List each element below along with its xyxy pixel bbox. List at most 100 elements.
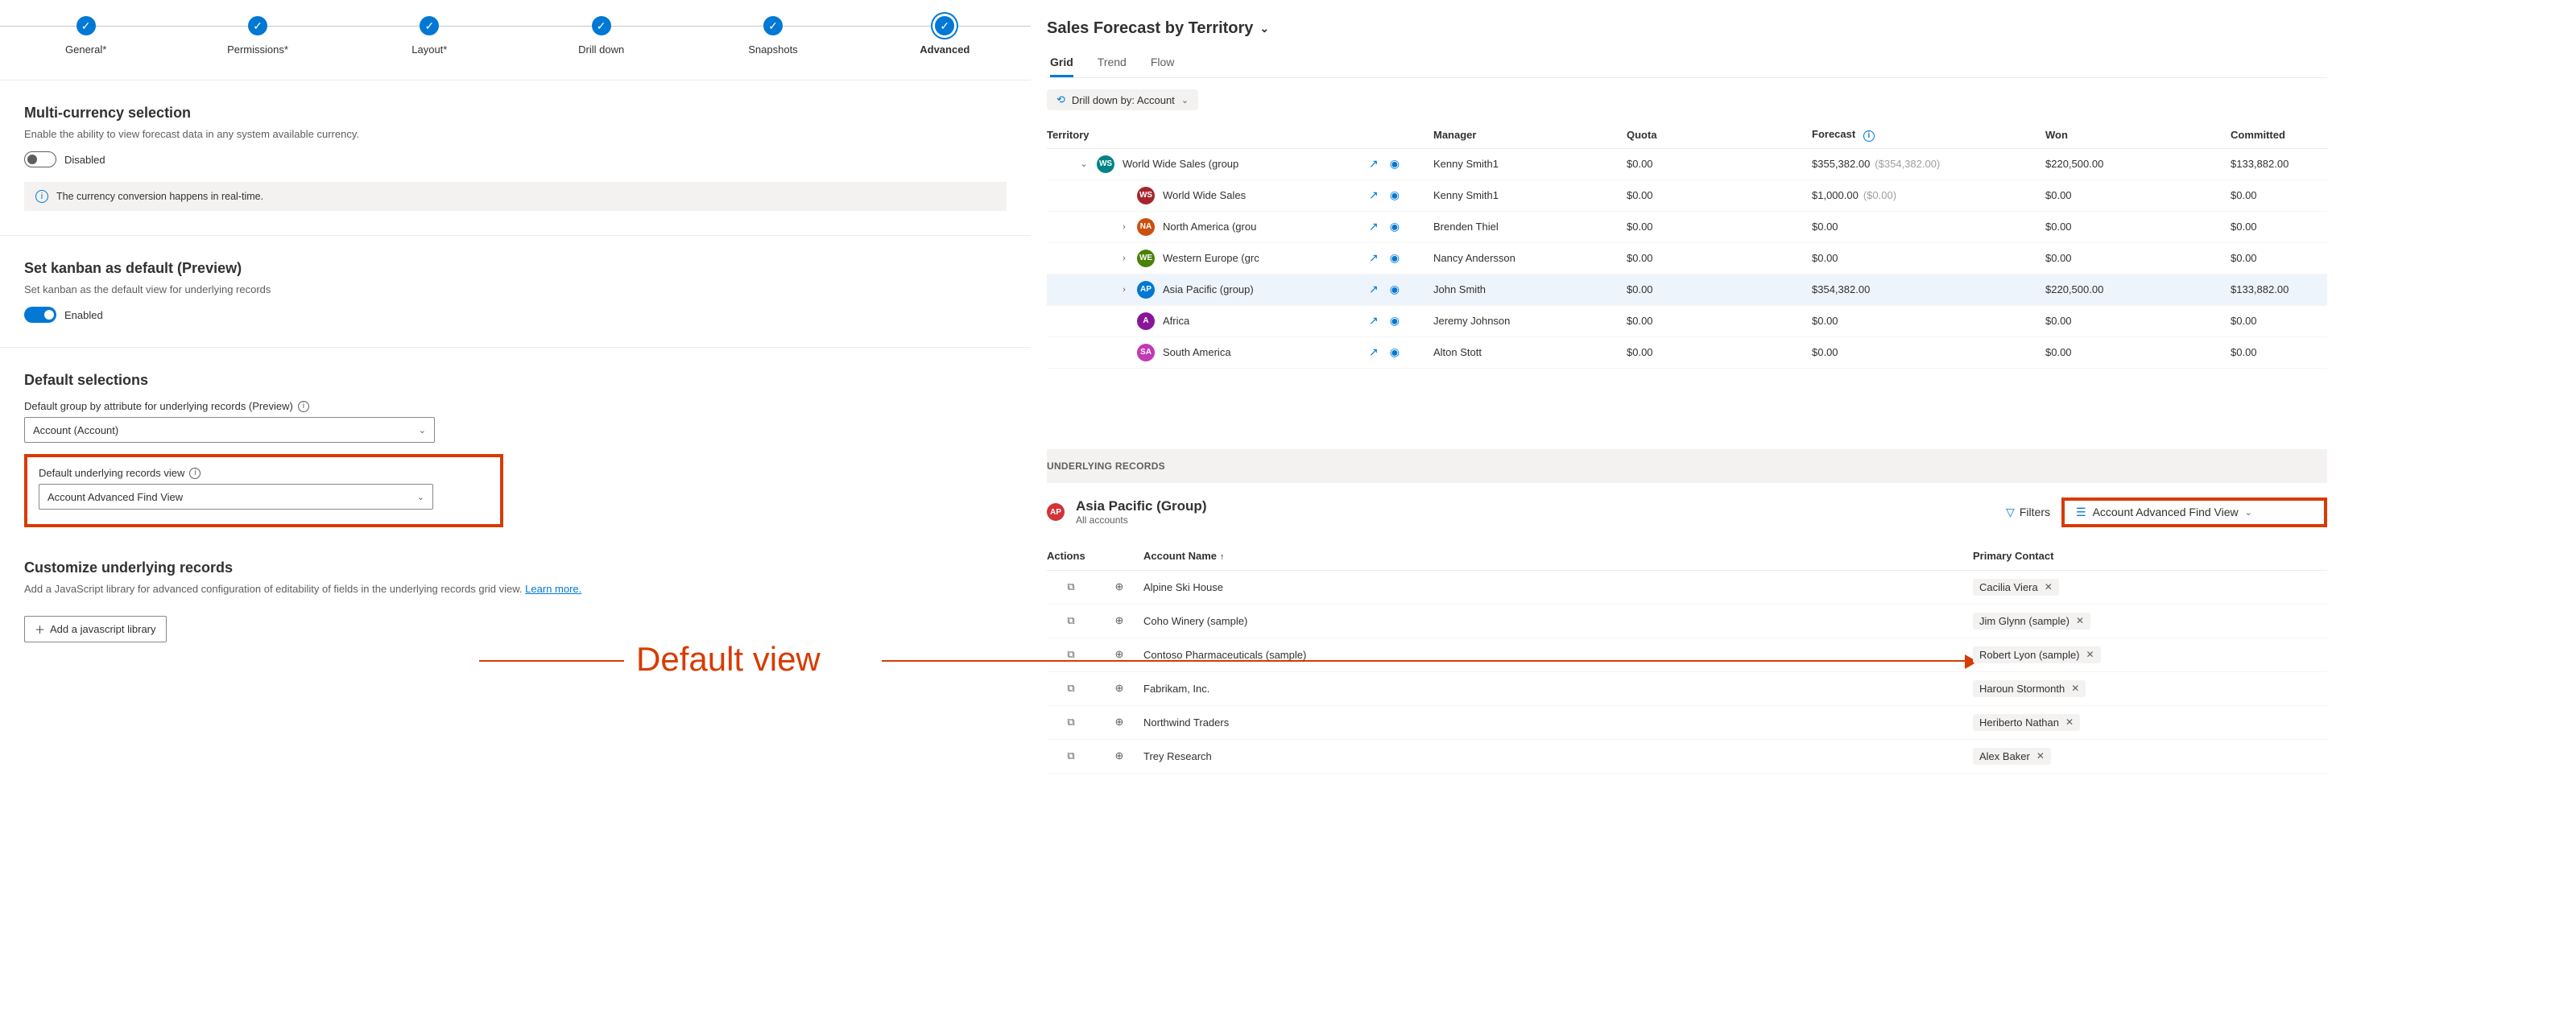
tab-flow[interactable]: Flow xyxy=(1151,49,1175,77)
open-record-icon[interactable]: ⧉ xyxy=(1047,614,1095,627)
target-icon[interactable]: ◉ xyxy=(1390,345,1400,359)
forecast-cell: $355,382.00($354,382.00) xyxy=(1812,158,2045,170)
grid-row[interactable]: WSWorld Wide Sales↗◉Kenny Smith1$0.00$1,… xyxy=(1047,180,2327,212)
underlying-row[interactable]: ⧉⊕Coho Winery (sample)Jim Glynn (sample)… xyxy=(1047,605,2327,638)
won-cell: $0.00 xyxy=(2045,221,2231,233)
quota-cell: $0.00 xyxy=(1627,283,1812,295)
forecast-cell: $0.00 xyxy=(1812,221,2045,233)
wizard-step-advanced[interactable]: ✓ Advanced xyxy=(859,16,1031,56)
wizard-step-snapshots[interactable]: ✓ Snapshots xyxy=(687,16,858,56)
groupby-dropdown[interactable]: Account (Account) ⌄ xyxy=(24,417,435,443)
grid-row[interactable]: ›APAsia Pacific (group)↗◉John Smith$0.00… xyxy=(1047,275,2327,306)
check-icon: ✓ xyxy=(763,16,783,35)
underlying-row[interactable]: ⧉⊕Trey ResearchAlex Baker✕ xyxy=(1047,740,2327,774)
grid-body: ⌄WSWorld Wide Sales (group↗◉Kenny Smith1… xyxy=(1047,149,2327,369)
add-icon[interactable]: ⊕ xyxy=(1095,716,1143,729)
multi-currency-toggle[interactable] xyxy=(24,151,56,167)
wizard-step-drilldown[interactable]: ✓ Drill down xyxy=(515,16,687,56)
grid-row[interactable]: SASouth America↗◉Alton Stott$0.00$0.00$0… xyxy=(1047,337,2327,369)
remove-icon[interactable]: ✕ xyxy=(2045,581,2053,592)
learn-more-link[interactable]: Learn more. xyxy=(525,583,581,595)
grid-row[interactable]: ⌄WSWorld Wide Sales (group↗◉Kenny Smith1… xyxy=(1047,149,2327,180)
check-icon: ✓ xyxy=(935,16,954,35)
contact-chip[interactable]: Heriberto Nathan✕ xyxy=(1973,714,2080,731)
open-record-icon[interactable]: ⧉ xyxy=(1047,580,1095,593)
underlying-row[interactable]: ⧉⊕Alpine Ski HouseCacilia Viera✕ xyxy=(1047,571,2327,605)
remove-icon[interactable]: ✕ xyxy=(2036,750,2045,762)
wizard-step-permissions[interactable]: ✓ Permissions* xyxy=(172,16,343,56)
grid-row[interactable]: ›NANorth America (grou↗◉Brenden Thiel$0.… xyxy=(1047,212,2327,243)
open-icon[interactable]: ↗ xyxy=(1369,251,1379,265)
contact-chip[interactable]: Cacilia Viera✕ xyxy=(1973,579,2059,596)
chevron-down-icon[interactable]: ⌄ xyxy=(1079,159,1089,169)
open-icon[interactable]: ↗ xyxy=(1369,188,1379,202)
contact-chip[interactable]: Alex Baker✕ xyxy=(1973,748,2051,765)
grid-row[interactable]: ›WEWestern Europe (grc↗◉Nancy Andersson$… xyxy=(1047,243,2327,275)
col-account-name[interactable]: Account Name↑ xyxy=(1143,550,1973,562)
chevron-right-icon[interactable]: › xyxy=(1119,285,1129,295)
wizard-step-layout[interactable]: ✓ Layout* xyxy=(344,16,515,56)
open-record-icon[interactable]: ⧉ xyxy=(1047,716,1095,729)
committed-cell: $0.00 xyxy=(2231,346,2375,358)
open-icon[interactable]: ↗ xyxy=(1369,314,1379,328)
customize-section: Customize underlying records Add a JavaS… xyxy=(0,551,1031,667)
primary-contact-cell: Jim Glynn (sample)✕ xyxy=(1973,613,2295,630)
open-record-icon[interactable]: ⧉ xyxy=(1047,749,1095,762)
open-record-icon[interactable]: ⧉ xyxy=(1047,648,1095,661)
remove-icon[interactable]: ✕ xyxy=(2065,716,2074,728)
view-label: Default underlying records view i xyxy=(39,467,489,479)
underlying-row[interactable]: ⧉⊕Contoso Pharmaceuticals (sample)Robert… xyxy=(1047,638,2327,672)
territory-badge: WS xyxy=(1097,155,1114,173)
default-selections-section: Default selections Default group by attr… xyxy=(0,348,1031,551)
underlying-records-header: AP Asia Pacific (Group) All accounts ▽ F… xyxy=(1047,483,2327,542)
kanban-section: Set kanban as default (Preview) Set kanb… xyxy=(0,236,1031,348)
target-icon[interactable]: ◉ xyxy=(1390,283,1400,296)
primary-contact-cell: Heriberto Nathan✕ xyxy=(1973,714,2295,731)
col-primary-contact: Primary Contact xyxy=(1973,550,2295,562)
col-quota: Quota xyxy=(1627,129,1812,141)
open-icon[interactable]: ↗ xyxy=(1369,345,1379,359)
add-icon[interactable]: ⊕ xyxy=(1095,682,1143,695)
add-icon[interactable]: ⊕ xyxy=(1095,580,1143,593)
underlying-subtitle: All accounts xyxy=(1076,514,1206,526)
target-icon[interactable]: ◉ xyxy=(1390,220,1400,233)
underlying-row[interactable]: ⧉⊕Northwind TradersHeriberto Nathan✕ xyxy=(1047,706,2327,740)
target-icon[interactable]: ◉ xyxy=(1390,251,1400,265)
quota-cell: $0.00 xyxy=(1627,346,1812,358)
drill-down-pill[interactable]: ⟲ Drill down by: Account ⌄ xyxy=(1047,89,1198,110)
forecast-cell: $0.00 xyxy=(1812,346,2045,358)
filters-button[interactable]: ▽ Filters xyxy=(2006,506,2050,519)
target-icon[interactable]: ◉ xyxy=(1390,188,1400,202)
target-icon[interactable]: ◉ xyxy=(1390,314,1400,328)
forecast-title[interactable]: Sales Forecast by Territory ⌄ xyxy=(1047,0,2327,49)
underlying-row[interactable]: ⧉⊕Fabrikam, Inc.Haroun Stormonth✕ xyxy=(1047,672,2327,706)
remove-icon[interactable]: ✕ xyxy=(2076,615,2084,626)
plus-icon: ＋ xyxy=(35,621,45,637)
tab-grid[interactable]: Grid xyxy=(1050,49,1073,77)
target-icon[interactable]: ◉ xyxy=(1390,157,1400,171)
tab-trend[interactable]: Trend xyxy=(1098,49,1127,77)
view-picker[interactable]: ☰ Account Advanced Find View ⌄ xyxy=(2061,497,2327,527)
remove-icon[interactable]: ✕ xyxy=(2071,683,2079,694)
contact-chip[interactable]: Jim Glynn (sample)✕ xyxy=(1973,613,2090,630)
committed-cell: $0.00 xyxy=(2231,315,2375,327)
open-icon[interactable]: ↗ xyxy=(1369,157,1379,171)
add-icon[interactable]: ⊕ xyxy=(1095,614,1143,627)
add-icon[interactable]: ⊕ xyxy=(1095,648,1143,661)
open-icon[interactable]: ↗ xyxy=(1369,220,1379,233)
chevron-right-icon[interactable]: › xyxy=(1119,222,1129,232)
contact-chip[interactable]: Robert Lyon (sample)✕ xyxy=(1973,646,2101,663)
underlying-records-bar: UNDERLYING RECORDS xyxy=(1047,449,2327,483)
contact-chip[interactable]: Haroun Stormonth✕ xyxy=(1973,680,2086,697)
open-record-icon[interactable]: ⧉ xyxy=(1047,682,1095,695)
add-icon[interactable]: ⊕ xyxy=(1095,749,1143,762)
remove-icon[interactable]: ✕ xyxy=(2086,649,2094,660)
add-js-library-button[interactable]: ＋ Add a javascript library xyxy=(24,616,167,642)
wizard-step-general[interactable]: ✓ General* xyxy=(0,16,172,56)
kanban-toggle[interactable] xyxy=(24,307,56,323)
chevron-right-icon[interactable]: › xyxy=(1119,254,1129,263)
grid-row[interactable]: AAfrica↗◉Jeremy Johnson$0.00$0.00$0.00$0… xyxy=(1047,306,2327,337)
info-banner: i The currency conversion happens in rea… xyxy=(24,182,1007,211)
open-icon[interactable]: ↗ xyxy=(1369,283,1379,296)
default-view-dropdown[interactable]: Account Advanced Find View ⌄ xyxy=(39,484,433,510)
